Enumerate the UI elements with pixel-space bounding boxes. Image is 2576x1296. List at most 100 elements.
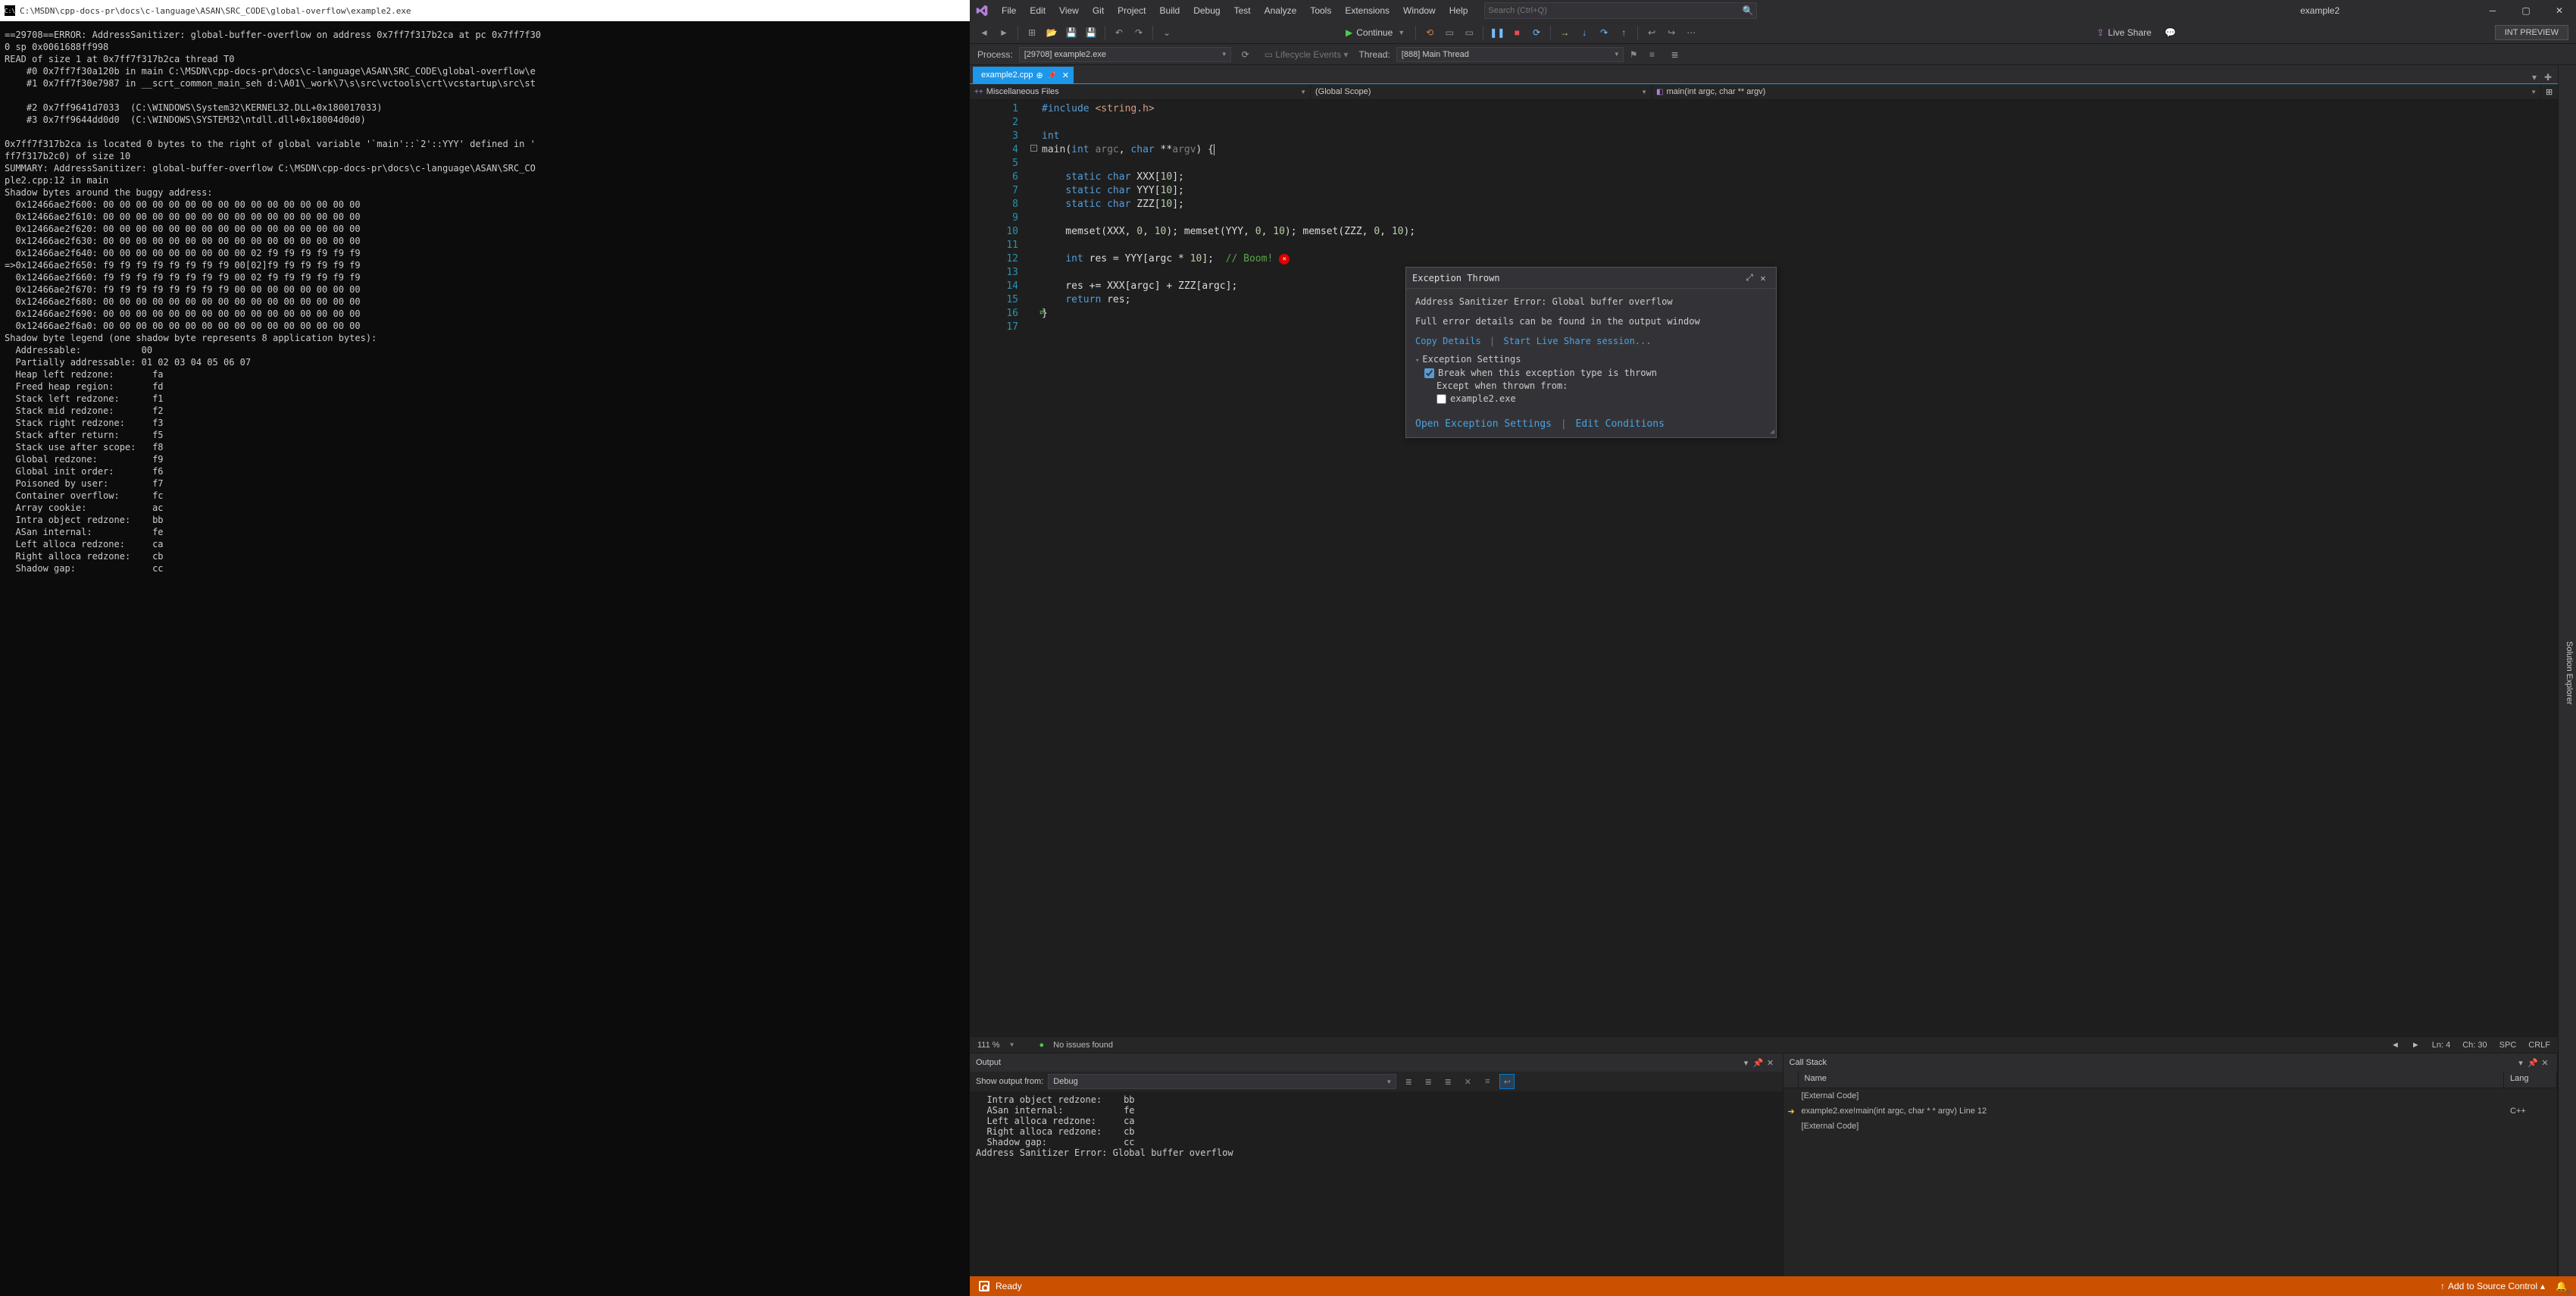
error-glyph-icon[interactable]: ✕ — [1279, 254, 1290, 265]
stop-icon[interactable]: ■ — [1508, 24, 1525, 41]
except-item-checkbox[interactable]: example2.exe — [1436, 393, 1767, 404]
menu-view[interactable]: View — [1053, 4, 1085, 17]
pause-icon[interactable]: ❚❚ — [1489, 24, 1505, 41]
menu-test[interactable]: Test — [1228, 4, 1257, 17]
scroll-right-icon[interactable]: ▸ — [2562, 1285, 2576, 1296]
tab-new-icon[interactable]: ✚ — [2542, 71, 2554, 83]
col-name[interactable]: Name — [1799, 1072, 2504, 1088]
back-frame-icon[interactable]: ↩ — [1643, 24, 1660, 41]
clear-icon[interactable]: ≣ — [1401, 1074, 1416, 1089]
start-liveshare-link[interactable]: Start Live Share session... — [1503, 336, 1651, 346]
minimize-button[interactable]: ─ — [2476, 0, 2509, 21]
close-button[interactable]: ✕ — [2543, 0, 2576, 21]
pin-icon[interactable]: 📌 — [1752, 1058, 1765, 1068]
resize-grip-icon[interactable]: ◢ — [1770, 427, 1774, 436]
pin-icon[interactable]: ⤢ — [1743, 272, 1756, 283]
menu-help[interactable]: Help — [1443, 4, 1474, 17]
fwd-frame-icon[interactable]: ↪ — [1663, 24, 1680, 41]
indent-mode[interactable]: SPC — [2499, 1041, 2517, 1050]
chevron-down-icon[interactable]: ▼ — [1398, 29, 1405, 36]
menu-debug[interactable]: Debug — [1187, 4, 1226, 17]
close-icon[interactable]: ✕ — [1062, 70, 1069, 80]
stackframe-icon[interactable]: ≡ — [1644, 46, 1661, 63]
zoom-level[interactable]: 111 % — [977, 1041, 1000, 1050]
step-into-icon[interactable]: ↓ — [1576, 24, 1593, 41]
new-project-icon[interactable]: ⊞ — [1024, 24, 1040, 41]
nav-project-combo[interactable]: ++ Miscellaneous Files ▼ — [970, 84, 1311, 99]
stackframe2-icon[interactable]: ≣ — [1667, 46, 1683, 63]
menu-window[interactable]: Window — [1397, 4, 1442, 17]
chevron-down-icon[interactable]: ▼ — [1009, 1041, 1015, 1048]
int-preview-badge[interactable]: INT PREVIEW — [2495, 25, 2568, 40]
solution-explorer-tab[interactable]: Solution Explorer — [2562, 634, 2576, 712]
pin-icon[interactable]: 📌 — [2527, 1058, 2539, 1068]
nav-back-icon[interactable]: ◄ — [976, 24, 993, 41]
menu-tools[interactable]: Tools — [1304, 4, 1337, 17]
menu-analyze[interactable]: Analyze — [1258, 4, 1303, 17]
code-area[interactable]: ⇄ #include <string.h> int main(int argc,… — [1042, 100, 2558, 1036]
feedback-icon[interactable]: 💬 — [2162, 24, 2179, 41]
clear2-icon[interactable]: ✕ — [1460, 1074, 1475, 1089]
close-icon[interactable]: ✕ — [2539, 1058, 2551, 1068]
lifecycle-events[interactable]: ▭ Lifecycle Events ▾ — [1265, 49, 1349, 60]
open-exception-settings-link[interactable]: Open Exception Settings — [1415, 418, 1552, 430]
callstack-rows[interactable]: [External Code] ➜example2.exe!main(int a… — [1784, 1088, 2557, 1276]
add-source-control-button[interactable]: ↑ Add to Source Control ▴ — [2440, 1281, 2545, 1291]
hot-reload-icon[interactable]: ⟲ — [1421, 24, 1438, 41]
menu-edit[interactable]: Edit — [1024, 4, 1052, 17]
line-ending[interactable]: CRLF — [2528, 1041, 2550, 1050]
open-file-icon[interactable]: 📂 — [1043, 24, 1060, 41]
screenshot2-icon[interactable]: ▭ — [1461, 24, 1477, 41]
save-icon[interactable]: 💾 — [1063, 24, 1080, 41]
menu-git[interactable]: Git — [1086, 4, 1110, 17]
continue-button[interactable]: ▶ Continue ▼ — [1340, 27, 1410, 39]
more-icon[interactable]: ⋯ — [1683, 24, 1699, 41]
screenshot-icon[interactable]: ▭ — [1441, 24, 1458, 41]
copy-details-link[interactable]: Copy Details — [1415, 336, 1481, 346]
maximize-button[interactable]: ▢ — [2509, 0, 2543, 21]
edit-conditions-link[interactable]: Edit Conditions — [1576, 418, 1665, 430]
menu-project[interactable]: Project — [1111, 4, 1152, 17]
nav-member-combo[interactable]: ◧ main(int argc, char ** argv) ▼ — [1652, 84, 2541, 99]
undo-icon[interactable]: ↶ — [1111, 24, 1127, 41]
process-combo[interactable]: [29708] example2.exe ▼ — [1019, 47, 1231, 62]
window-pos-icon[interactable]: ▾ — [2515, 1058, 2527, 1068]
output-body[interactable]: Intra object redzone: bb ASan internal: … — [970, 1091, 1783, 1276]
output-from-combo[interactable]: Debug ▼ — [1048, 1074, 1396, 1089]
redo-icon[interactable]: ↷ — [1130, 24, 1147, 41]
close-icon[interactable]: ✕ — [1756, 273, 1770, 283]
toggle-icon[interactable]: ≡ — [1480, 1074, 1495, 1089]
show-next-icon[interactable]: → — [1556, 24, 1573, 41]
search-input[interactable] — [1488, 6, 1742, 15]
menu-build[interactable]: Build — [1154, 4, 1186, 17]
find-next-icon[interactable]: ≣ — [1440, 1074, 1455, 1089]
flag-icon[interactable]: ⚑ — [1630, 49, 1638, 60]
step-over-icon[interactable]: ↷ — [1596, 24, 1612, 41]
split-icon[interactable]: ⊞ — [2541, 84, 2558, 99]
break-when-checkbox[interactable]: Break when this exception type is thrown — [1424, 368, 1767, 378]
col-lang[interactable]: Lang — [2504, 1072, 2557, 1088]
cycle-icon[interactable]: ⟳ — [1237, 46, 1254, 63]
search-box[interactable]: 🔍 — [1484, 2, 1757, 19]
code-editor[interactable]: 1234567891011121314151617 − ⇄ #include <… — [970, 100, 2558, 1036]
nav-next-icon[interactable]: ► — [2412, 1041, 2420, 1050]
menu-extensions[interactable]: Extensions — [1339, 4, 1396, 17]
wordwrap-icon[interactable]: ↩ — [1499, 1074, 1515, 1089]
nav-prev-icon[interactable]: ◄ — [2391, 1041, 2399, 1050]
tab-example2[interactable]: example2.cpp ⊕ 📌 ✕ — [973, 67, 1074, 83]
liveshare-button[interactable]: ⇪ Live Share — [2096, 27, 2151, 38]
find-prev-icon[interactable]: ≣ — [1421, 1074, 1436, 1089]
fold-icon[interactable]: − — [1030, 145, 1037, 152]
save-all-icon[interactable]: 💾 — [1083, 24, 1099, 41]
step-out-icon[interactable]: ↑ — [1615, 24, 1632, 41]
thread-combo[interactable]: [888] Main Thread ▼ — [1396, 47, 1624, 62]
exception-settings-header[interactable]: Exception Settings — [1415, 354, 1767, 365]
console-titlebar[interactable]: C:\ C:\MSDN\cpp-docs-pr\docs\c-language\… — [0, 0, 970, 21]
solution-config-icon[interactable]: ⌄ — [1158, 24, 1175, 41]
tab-dropdown-icon[interactable]: ▾ — [2528, 71, 2540, 83]
nav-scope-combo[interactable]: (Global Scope) ▼ — [1311, 84, 1652, 99]
nav-fwd-icon[interactable]: ► — [996, 24, 1012, 41]
restart-icon[interactable]: ⟳ — [1528, 24, 1545, 41]
close-icon[interactable]: ✕ — [1765, 1058, 1777, 1068]
menu-file[interactable]: File — [996, 4, 1022, 17]
